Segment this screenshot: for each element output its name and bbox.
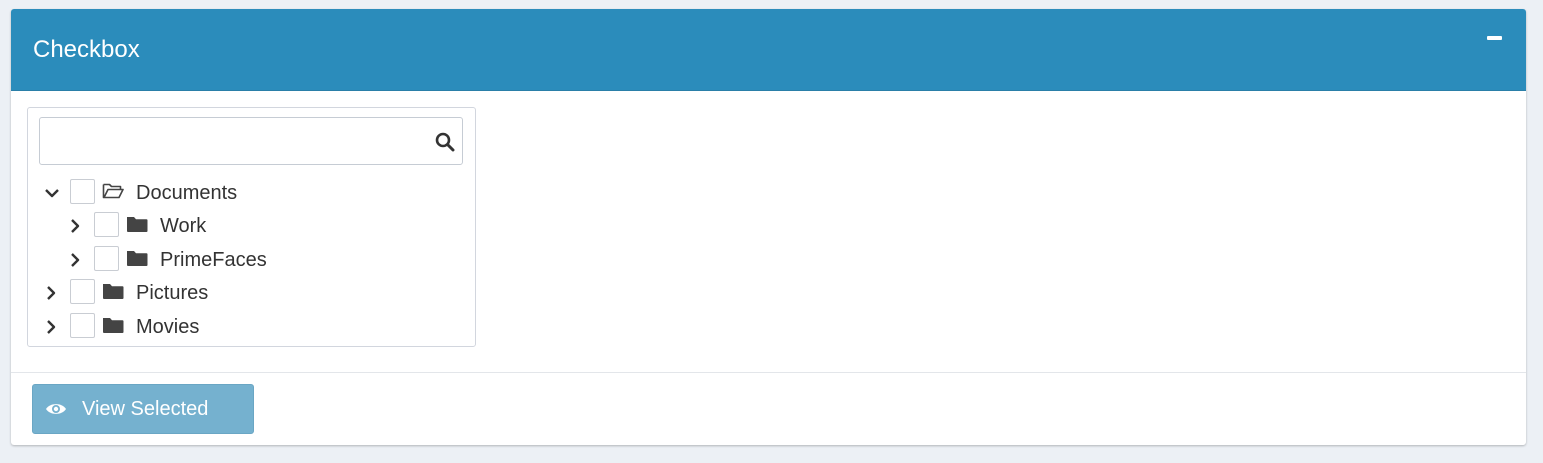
tree-node-label: PrimeFaces xyxy=(160,249,267,271)
view-selected-label: View Selected xyxy=(82,398,209,420)
tree-checkbox-pictures[interactable] xyxy=(70,279,95,304)
folder-icon xyxy=(103,318,124,333)
tree-node-pictures[interactable]: Pictures xyxy=(28,279,473,309)
footer-divider xyxy=(11,372,1526,373)
search-icon[interactable] xyxy=(435,132,455,152)
panel-header: Checkbox xyxy=(11,9,1526,91)
tree-node-documents[interactable]: Documents xyxy=(28,179,473,209)
collapse-button[interactable] xyxy=(1486,34,1504,52)
tree-node-label: Work xyxy=(160,215,207,237)
tree-filter-input[interactable] xyxy=(40,118,420,164)
view-selected-button[interactable]: View Selected xyxy=(32,384,254,434)
tree-node-primefaces[interactable]: PrimeFaces xyxy=(28,246,473,276)
chevron-right-icon[interactable] xyxy=(43,285,59,301)
folder-icon xyxy=(127,251,148,266)
checkbox-panel: Checkbox Documents Work PrimeFaces Pictu… xyxy=(11,9,1526,445)
chevron-right-icon[interactable] xyxy=(67,252,83,268)
tree-node-label: Documents xyxy=(136,182,238,204)
tree-checkbox-documents[interactable] xyxy=(70,179,95,204)
tree: Documents Work PrimeFaces Pictures Movie… xyxy=(27,107,476,347)
folder-open-icon xyxy=(102,183,124,199)
tree-node-work[interactable]: Work xyxy=(28,212,473,242)
tree-filter[interactable] xyxy=(39,117,463,165)
panel-title: Checkbox xyxy=(33,36,140,63)
tree-node-label: Pictures xyxy=(136,282,209,304)
chevron-down-icon[interactable] xyxy=(44,185,60,201)
folder-icon xyxy=(127,217,148,232)
tree-node-label: Movies xyxy=(136,316,200,338)
chevron-right-icon[interactable] xyxy=(43,319,59,335)
chevron-right-icon[interactable] xyxy=(67,218,83,234)
minus-icon xyxy=(1487,36,1502,40)
tree-checkbox-movies[interactable] xyxy=(70,313,95,338)
tree-node-movies[interactable]: Movies xyxy=(28,313,473,343)
eye-icon xyxy=(46,404,66,414)
folder-icon xyxy=(103,284,124,299)
tree-checkbox-work[interactable] xyxy=(94,212,119,237)
tree-checkbox-primefaces[interactable] xyxy=(94,246,119,271)
